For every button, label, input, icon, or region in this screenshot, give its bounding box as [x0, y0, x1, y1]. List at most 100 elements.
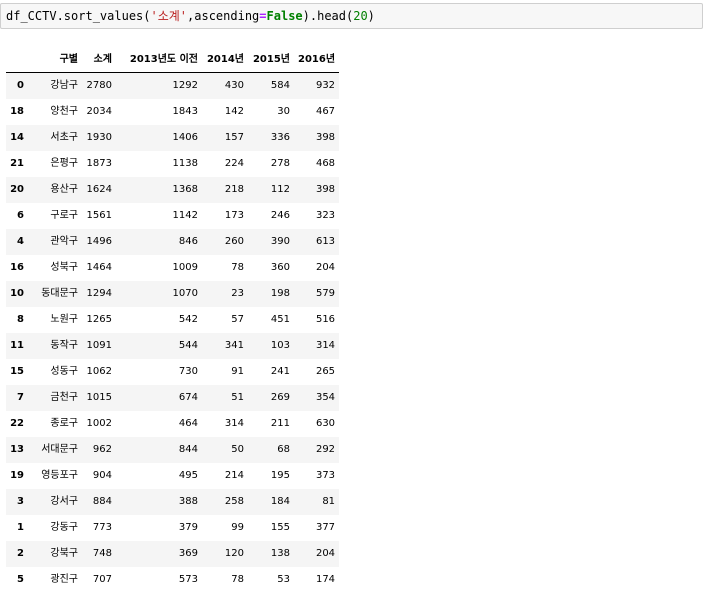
index-header: [6, 48, 28, 73]
code-call-prefix: df_CCTV.sort_values(: [6, 9, 151, 23]
dataframe-output: 구별소계2013년도 이전2014년2015년2016년 0강남구2780129…: [6, 48, 339, 593]
value-cell: 468: [294, 151, 339, 177]
value-cell: 379: [116, 515, 202, 541]
value-cell: 1070: [116, 281, 202, 307]
row-index: 11: [6, 333, 28, 359]
value-cell: 50: [202, 437, 248, 463]
table-row: 5광진구7075737853174: [6, 567, 339, 593]
district-cell: 노원구: [28, 307, 82, 333]
value-cell: 1406: [116, 125, 202, 151]
district-cell: 성북구: [28, 255, 82, 281]
value-cell: 844: [116, 437, 202, 463]
value-cell: 174: [294, 567, 339, 593]
code-number: 20: [353, 9, 367, 23]
table-row: 16성북구1464100978360204: [6, 255, 339, 281]
district-cell: 양천구: [28, 99, 82, 125]
value-cell: 1843: [116, 99, 202, 125]
value-cell: 354: [294, 385, 339, 411]
value-cell: 369: [116, 541, 202, 567]
dataframe-table: 구별소계2013년도 이전2014년2015년2016년 0강남구2780129…: [6, 48, 339, 593]
table-row: 18양천구2034184314230467: [6, 99, 339, 125]
table-row: 0강남구27801292430584932: [6, 73, 339, 100]
value-cell: 184: [248, 489, 294, 515]
value-cell: 1091: [82, 333, 116, 359]
value-cell: 258: [202, 489, 248, 515]
value-cell: 142: [202, 99, 248, 125]
value-cell: 573: [116, 567, 202, 593]
value-cell: 1009: [116, 255, 202, 281]
value-cell: 1292: [116, 73, 202, 100]
value-cell: 360: [248, 255, 294, 281]
district-cell: 동작구: [28, 333, 82, 359]
district-cell: 강북구: [28, 541, 82, 567]
table-row: 4관악구1496846260390613: [6, 229, 339, 255]
row-index: 15: [6, 359, 28, 385]
value-cell: 390: [248, 229, 294, 255]
row-index: 3: [6, 489, 28, 515]
row-index: 1: [6, 515, 28, 541]
row-index: 0: [6, 73, 28, 100]
code-comma-arg: ,ascending: [187, 9, 259, 23]
value-cell: 495: [116, 463, 202, 489]
value-cell: 542: [116, 307, 202, 333]
value-cell: 138: [248, 541, 294, 567]
row-index: 22: [6, 411, 28, 437]
value-cell: 323: [294, 203, 339, 229]
table-row: 7금천구101567451269354: [6, 385, 339, 411]
row-index: 18: [6, 99, 28, 125]
value-cell: 584: [248, 73, 294, 100]
table-header-row: 구별소계2013년도 이전2014년2015년2016년: [6, 48, 339, 73]
column-header: 2014년: [202, 48, 248, 73]
row-index: 10: [6, 281, 28, 307]
value-cell: 430: [202, 73, 248, 100]
value-cell: 173: [202, 203, 248, 229]
table-row: 14서초구19301406157336398: [6, 125, 339, 151]
row-index: 21: [6, 151, 28, 177]
value-cell: 30: [248, 99, 294, 125]
district-cell: 광진구: [28, 567, 82, 593]
value-cell: 292: [294, 437, 339, 463]
table-row: 1강동구77337999155377: [6, 515, 339, 541]
code-input-cell[interactable]: df_CCTV.sort_values('소계',ascending=False…: [0, 3, 703, 29]
value-cell: 1265: [82, 307, 116, 333]
code-keyword: False: [267, 9, 303, 23]
value-cell: 260: [202, 229, 248, 255]
value-cell: 23: [202, 281, 248, 307]
value-cell: 516: [294, 307, 339, 333]
value-cell: 544: [116, 333, 202, 359]
value-cell: 932: [294, 73, 339, 100]
column-header: 2016년: [294, 48, 339, 73]
value-cell: 198: [248, 281, 294, 307]
value-cell: 748: [82, 541, 116, 567]
table-body: 0강남구2780129243058493218양천구20341843142304…: [6, 73, 339, 593]
district-cell: 금천구: [28, 385, 82, 411]
value-cell: 464: [116, 411, 202, 437]
value-cell: 451: [248, 307, 294, 333]
value-cell: 398: [294, 125, 339, 151]
row-index: 16: [6, 255, 28, 281]
table-row: 3강서구88438825818481: [6, 489, 339, 515]
value-cell: 674: [116, 385, 202, 411]
value-cell: 1561: [82, 203, 116, 229]
value-cell: 1142: [116, 203, 202, 229]
value-cell: 78: [202, 567, 248, 593]
table-row: 21은평구18731138224278468: [6, 151, 339, 177]
value-cell: 314: [202, 411, 248, 437]
value-cell: 211: [248, 411, 294, 437]
value-cell: 57: [202, 307, 248, 333]
table-row: 15성동구106273091241265: [6, 359, 339, 385]
code-line: df_CCTV.sort_values('소계',ascending=False…: [6, 9, 375, 23]
row-index: 8: [6, 307, 28, 333]
district-cell: 강남구: [28, 73, 82, 100]
value-cell: 155: [248, 515, 294, 541]
value-cell: 120: [202, 541, 248, 567]
table-row: 8노원구126554257451516: [6, 307, 339, 333]
value-cell: 388: [116, 489, 202, 515]
value-cell: 314: [294, 333, 339, 359]
value-cell: 1930: [82, 125, 116, 151]
table-row: 10동대문구1294107023198579: [6, 281, 339, 307]
value-cell: 1873: [82, 151, 116, 177]
value-cell: 904: [82, 463, 116, 489]
row-index: 7: [6, 385, 28, 411]
district-cell: 관악구: [28, 229, 82, 255]
